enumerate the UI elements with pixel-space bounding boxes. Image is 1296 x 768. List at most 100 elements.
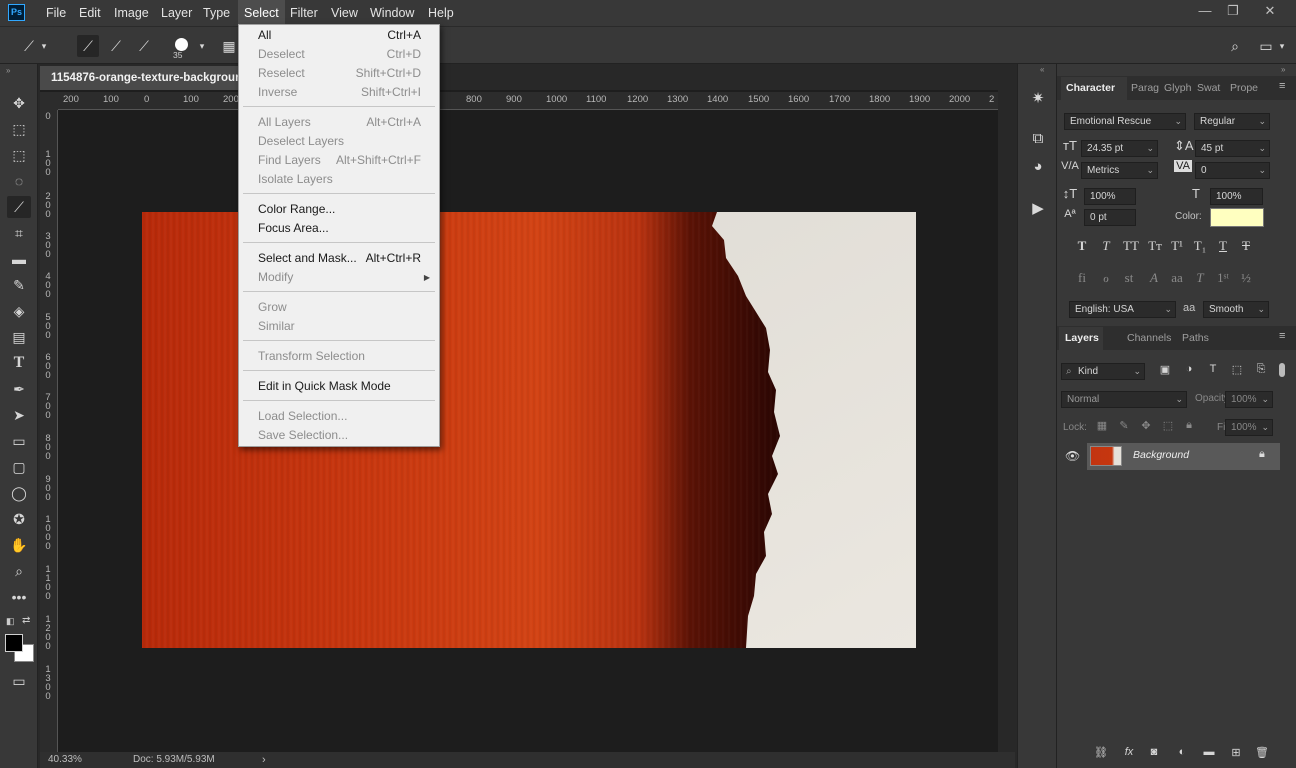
crop-tool-icon[interactable]: ⌗ [7,222,31,244]
vertical-scale-field[interactable]: 100% [1084,188,1136,205]
chevron-down-icon[interactable]: ▾ [38,35,50,57]
tab-layers[interactable]: Layers [1059,327,1103,350]
ligatures-icon[interactable]: fi [1073,270,1091,286]
type-tool-icon[interactable]: T [7,352,31,374]
collapse-icon[interactable]: » [1281,65,1285,74]
layer-style-fx-icon[interactable]: fx [1120,746,1138,758]
menu-filter[interactable]: Filter [284,0,324,26]
small-caps-icon[interactable]: Tт [1145,238,1165,254]
tab-character[interactable]: Character [1061,77,1127,100]
filter-pixel-icon[interactable]: ▣ [1156,363,1174,376]
antialias-select[interactable]: Smooth ⌄ [1203,301,1269,318]
menu-item-find-layers[interactable]: Find Layers Alt+Shift+Ctrl+F [240,151,438,170]
move-tool-icon[interactable]: ✥ [7,92,31,114]
leading-field[interactable]: 45 pt ⌄ [1195,140,1270,157]
lock-position-icon[interactable]: ✥ [1137,419,1155,432]
zoom-level[interactable]: 40.33% [48,752,82,768]
menu-item-all-layers[interactable]: All Layers Alt+Ctrl+A [240,113,438,132]
lock-all-icon[interactable]: 🔒︎ [1180,419,1198,432]
menu-item-modify[interactable]: Modify ▶ [240,268,438,287]
filter-shape-icon[interactable]: ⬚ [1228,363,1246,376]
menu-item-deselect[interactable]: Deselect Ctrl+D [240,45,438,64]
menu-help[interactable]: Help [422,0,460,26]
menu-item-reselect[interactable]: Reselect Shift+Ctrl+D [240,64,438,83]
ruler-tool-icon[interactable]: ▬ [7,248,31,270]
add-to-selection-brush-icon[interactable]: ⟋ [105,35,127,57]
screen-mode-icon[interactable]: ▭ [7,670,31,692]
search-icon[interactable]: ⌕ [1224,35,1246,57]
menu-view[interactable]: View [325,0,364,26]
fractions-icon[interactable]: ½ [1237,270,1255,286]
subscript-icon[interactable]: T₁ [1191,238,1209,254]
menu-item-all[interactable]: All Ctrl+A [240,26,438,45]
ellipse-tool-icon[interactable]: ◯ [7,482,31,504]
adjustment-layer-icon[interactable]: ◐ [1173,746,1191,758]
pen-tool-icon[interactable]: ✒ [7,378,31,400]
lock-image-icon[interactable]: ✎ [1115,419,1133,432]
restore-button[interactable]: ❐ [1216,0,1250,22]
layer-name[interactable]: Background [1133,449,1189,461]
collapse-icon[interactable]: « [1040,65,1044,74]
menu-item-color-range[interactable]: Color Range... [240,200,438,219]
filter-type-icon[interactable]: T [1204,363,1222,375]
old-style-icon[interactable]: ℴ [1097,270,1115,286]
tab-channels[interactable]: Channels [1123,327,1175,349]
kerning-select[interactable]: Metrics ⌄ [1081,162,1158,179]
menu-edit[interactable]: Edit [73,0,107,26]
menu-type[interactable]: Type [197,0,236,26]
chevron-right-icon[interactable]: › [262,752,266,768]
filter-smart-object-icon[interactable]: ⎘ [1252,363,1270,376]
font-style-select[interactable]: Regular ⌄ [1194,113,1270,130]
stylistic-alternates-icon[interactable]: aa [1168,270,1186,286]
ordinals-icon[interactable]: 1ˢᵗ [1214,270,1232,286]
menu-window[interactable]: Window [364,0,420,26]
swash-icon[interactable]: A [1145,270,1163,286]
titling-alternates-icon[interactable]: T [1191,270,1209,286]
rectangle-tool-icon[interactable]: ▭ [7,430,31,452]
marquee-tool-icon[interactable]: ⬚ [7,144,31,166]
lock-artboard-icon[interactable]: ⬚ [1159,419,1177,432]
new-layer-icon[interactable]: ⊞ [1227,746,1245,759]
menu-item-grow[interactable]: Grow [240,298,438,317]
new-selection-brush-icon[interactable]: ⟋ [77,35,99,57]
menu-item-load-selection[interactable]: Load Selection... [240,407,438,426]
eraser-tool-icon[interactable]: ◈ [7,300,31,322]
all-caps-icon[interactable]: TT [1120,238,1142,254]
menu-item-similar[interactable]: Similar [240,317,438,336]
link-layers-icon[interactable]: ⛓︎ [1092,746,1110,759]
more-tools-icon[interactable]: ••• [7,586,31,608]
opacity-field[interactable]: 100% ⌄ [1225,391,1273,408]
add-mask-icon[interactable]: ◙ [1145,746,1163,758]
panel-menu-icon[interactable]: ≡ [1279,80,1285,92]
menu-item-deselect-layers[interactable]: Deselect Layers [240,132,438,151]
faux-bold-icon[interactable]: T [1073,238,1091,254]
actions-play-icon[interactable]: ▶ [1027,198,1049,220]
default-colors-icon[interactable]: ◧ [6,616,15,627]
faux-italic-icon[interactable]: T [1097,238,1115,254]
gradient-tool-icon[interactable]: ▤ [7,326,31,348]
superscript-icon[interactable]: T¹ [1168,238,1186,254]
tab-paragraph[interactable]: Parag [1127,77,1161,99]
menu-item-inverse[interactable]: Inverse Shift+Ctrl+I [240,83,438,102]
swap-colors-icon[interactable]: ⇄ [22,615,30,626]
history-icon[interactable]: ⧉ [1027,128,1049,150]
menu-item-transform-selection[interactable]: Transform Selection [240,347,438,366]
tab-swatches[interactable]: Swat [1193,77,1227,99]
lock-icon[interactable]: 🔒︎ [1259,448,1265,461]
fill-field[interactable]: 100% ⌄ [1225,419,1273,436]
menu-item-isolate-layers[interactable]: Isolate Layers [240,170,438,189]
document-tab[interactable]: 1154876-orange-texture-background [40,66,240,90]
delete-layer-icon[interactable]: 🗑︎ [1253,746,1271,759]
panel-menu-icon[interactable]: ≡ [1279,330,1285,342]
menu-image[interactable]: Image [108,0,155,26]
strikethrough-icon[interactable]: T [1237,238,1255,254]
menu-item-focus-area[interactable]: Focus Area... [240,219,438,238]
tracking-field[interactable]: 0 ⌄ [1195,162,1270,179]
lasso-tool-icon[interactable]: ◌ [7,170,31,192]
workspace-icon[interactable]: ▭ [1255,35,1277,57]
menu-layer[interactable]: Layer [155,0,198,26]
tab-glyphs[interactable]: Glyph [1160,77,1194,99]
foreground-color-swatch[interactable] [5,634,23,652]
horizontal-ruler[interactable]: 200 100 0 100 200 800 900 1000 1100 1200… [58,92,998,110]
underline-icon[interactable]: T [1214,238,1232,254]
